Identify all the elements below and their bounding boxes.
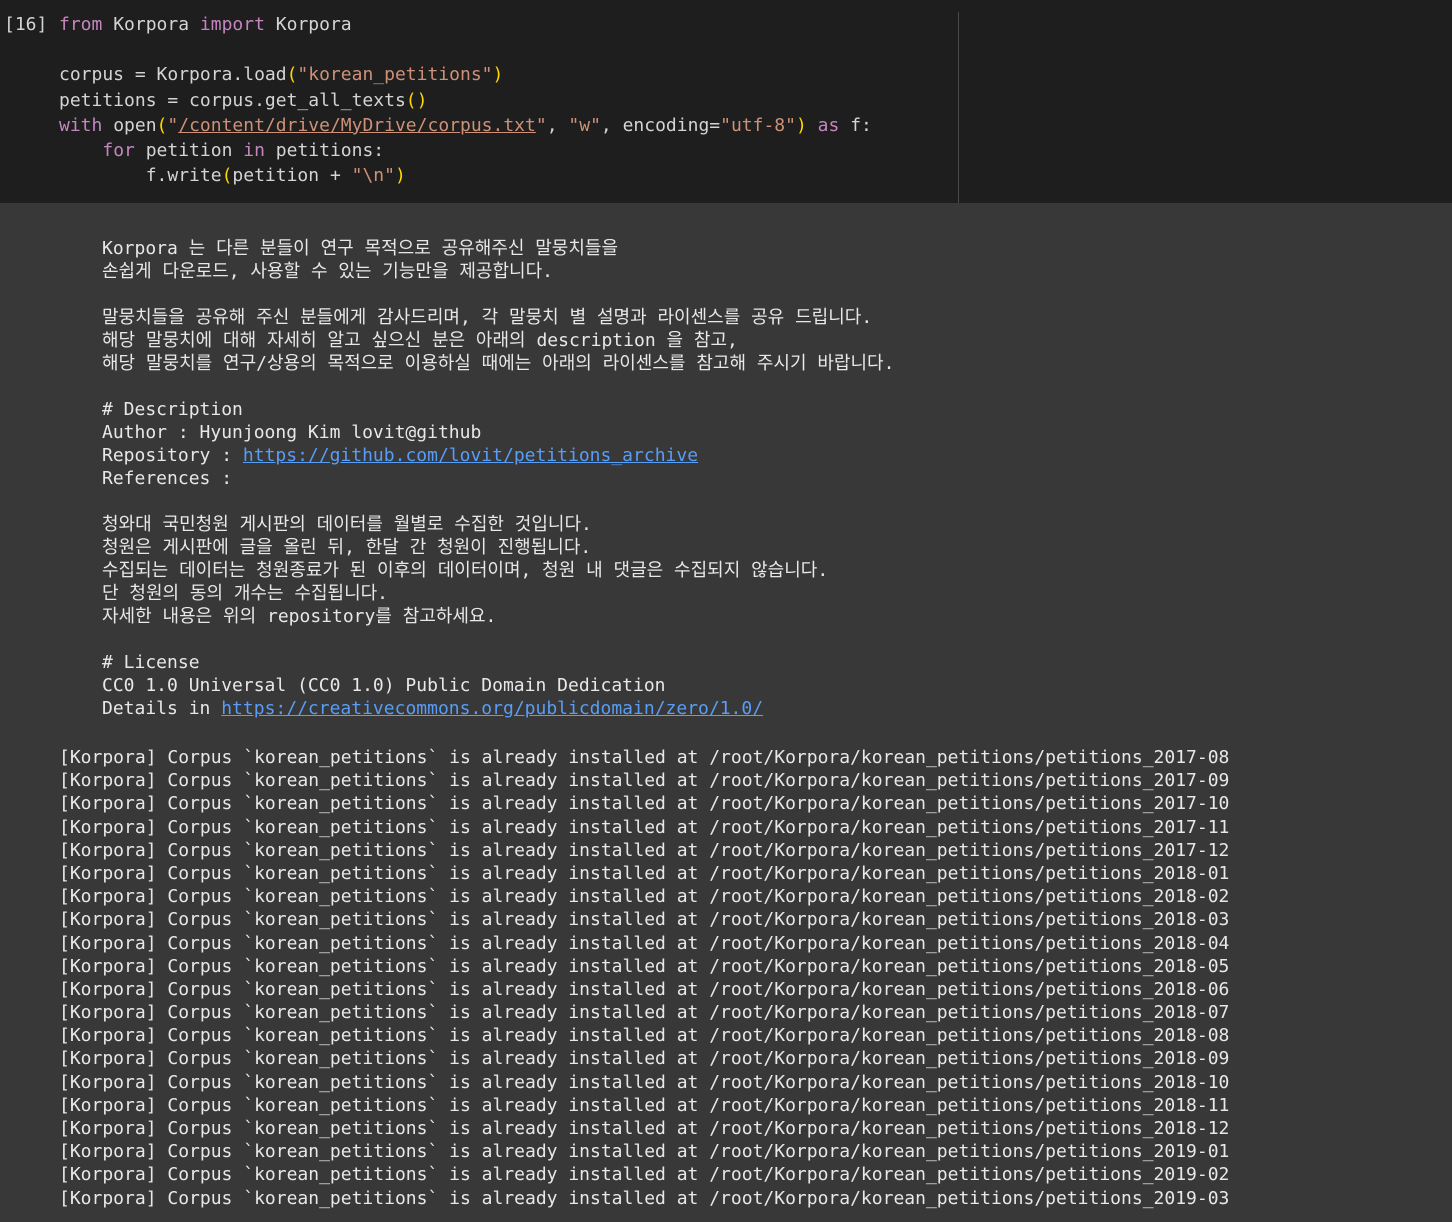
details-line: Details in https://creativecommons.org/p… — [102, 697, 894, 720]
string-literal: "w" — [568, 114, 601, 136]
log-line: [Korpora] Corpus `korean_petitions` is a… — [59, 932, 1230, 954]
bracket-open: ( — [286, 64, 298, 86]
code-cell[interactable]: [16] from Korpora import Korpora corpus … — [0, 0, 1452, 203]
code-line-6: for petition in petitions: — [59, 138, 1452, 163]
code-token: f.write — [59, 165, 222, 187]
info-line: 단 청원의 동의 개수는 수집됩니다. — [102, 583, 389, 604]
code-token: petition — [134, 139, 244, 161]
repository-label: Repository : — [102, 445, 243, 466]
code-token: open — [102, 114, 157, 136]
code-line-7: f.write(petition + "\n") — [59, 163, 1452, 188]
license-link[interactable]: https://creativecommons.org/publicdomain… — [221, 698, 763, 719]
references-line: References : — [102, 468, 233, 489]
keyword-import: import — [199, 14, 265, 35]
log-line: [Korpora] Corpus `korean_petitions` is a… — [59, 770, 1230, 792]
bracket-pair: () — [405, 89, 428, 111]
info-line: 청원은 게시판에 글을 올린 뒤, 한달 간 청원이 진행됩니다. — [102, 537, 592, 558]
string-literal: "korean_petitions" — [297, 64, 493, 86]
log-line: [Korpora] Corpus `korean_petitions` is a… — [59, 816, 1230, 838]
code-token: Korpora — [102, 14, 200, 35]
log-line: [Korpora] Corpus `korean_petitions` is a… — [59, 1025, 1230, 1047]
string-quote: " — [535, 114, 547, 136]
info-line: 수집되는 데이터는 청원종료가 된 이후의 데이터이며, 청원 내 댓글은 수집… — [102, 560, 829, 581]
string-quote: " — [167, 114, 179, 136]
license-name: CC0 1.0 Universal (CC0 1.0) Public Domai… — [102, 675, 666, 696]
info-line: 손쉽게 다운로드, 사용할 수 있는 기능만을 제공합니다. — [102, 261, 554, 282]
code-line-5: with open("/content/drive/MyDrive/corpus… — [59, 113, 1452, 138]
log-line: [Korpora] Corpus `korean_petitions` is a… — [59, 862, 1230, 884]
code-token: Korpora — [264, 14, 352, 35]
keyword-in: in — [243, 139, 265, 161]
code-line-1: from Korpora import Korpora — [59, 12, 1452, 37]
code-token: , — [546, 114, 569, 136]
repository-link[interactable]: https://github.com/lovit/petitions_archi… — [243, 445, 698, 466]
info-line: 자세한 내용은 위의 repository를 참고하세요. — [102, 606, 497, 627]
code-token: , encoding= — [600, 114, 721, 136]
code-editor[interactable]: from Korpora import Korpora corpus = Kor… — [59, 12, 1452, 188]
file-path-link[interactable]: /content/drive/MyDrive/corpus.txt — [178, 115, 536, 136]
log-line: [Korpora] Corpus `korean_petitions` is a… — [59, 1187, 1230, 1209]
license-heading: # License — [102, 652, 200, 673]
log-line: [Korpora] Corpus `korean_petitions` is a… — [59, 839, 1230, 861]
code-token: corpus = Korpora.load — [59, 64, 287, 86]
info-line: 해당 말뭉치에 대해 자세히 알고 싶으신 분은 아래의 description… — [102, 330, 738, 351]
info-line: Korpora 는 다른 분들이 연구 목적으로 공유해주신 말뭉치들을 — [102, 238, 619, 259]
log-line: [Korpora] Corpus `korean_petitions` is a… — [59, 1002, 1230, 1024]
log-line: [Korpora] Corpus `korean_petitions` is a… — [59, 1118, 1230, 1139]
log-line: [Korpora] Corpus `korean_petitions` is a… — [59, 886, 1230, 908]
log-line: [Korpora] Corpus `korean_petitions` is a… — [59, 978, 1230, 1000]
string-literal: "\n" — [351, 165, 395, 187]
log-line: [Korpora] Corpus `korean_petitions` is a… — [59, 1164, 1230, 1186]
keyword-from: from — [59, 14, 103, 35]
log-line: [Korpora] Corpus `korean_petitions` is a… — [59, 747, 1230, 768]
bracket-open: ( — [156, 114, 168, 136]
details-label: Details in — [102, 698, 222, 719]
code-token: petitions: — [264, 139, 385, 161]
code-token: f: — [839, 114, 872, 136]
log-line: [Korpora] Corpus `korean_petitions` is a… — [59, 1094, 1230, 1116]
bracket-close: ) — [394, 165, 406, 187]
log-line: [Korpora] Corpus `korean_petitions` is a… — [59, 1071, 1230, 1093]
code-line-4: petitions = corpus.get_all_texts() — [59, 88, 1452, 113]
repository-line: Repository : https://github.com/lovit/pe… — [102, 444, 894, 467]
editor-ruler — [958, 12, 959, 203]
code-line-3: corpus = Korpora.load("korean_petitions"… — [59, 62, 1452, 87]
log-line: [Korpora] Corpus `korean_petitions` is a… — [59, 955, 1230, 977]
info-line: 말뭉치들을 공유해 주신 분들에게 감사드리며, 각 말뭉치 별 설명과 라이센… — [102, 307, 873, 328]
author-line: Author : Hyunjoong Kim lovit@github — [102, 422, 482, 443]
code-token: petitions = corpus.get_all_texts — [59, 89, 406, 111]
keyword-as: as — [817, 114, 840, 136]
string-literal: "utf-8" — [720, 114, 796, 136]
info-line: 청와대 국민청원 게시판의 데이터를 월별로 수집한 것입니다. — [102, 514, 592, 535]
description-heading: # Description — [102, 399, 243, 420]
install-log: [Korpora] Corpus `korean_petitions` is a… — [59, 746, 1229, 1210]
bracket-open: ( — [221, 165, 233, 187]
log-line: [Korpora] Corpus `korean_petitions` is a… — [59, 1141, 1230, 1163]
log-line: [Korpora] Corpus `korean_petitions` is a… — [59, 793, 1230, 815]
keyword-with: with — [59, 114, 103, 136]
keyword-for: for — [102, 139, 135, 161]
execution-count: [16] — [4, 14, 48, 35]
code-token: petition + — [232, 165, 352, 187]
bracket-close: ) — [492, 64, 504, 86]
log-line: [Korpora] Corpus `korean_petitions` is a… — [59, 1048, 1230, 1070]
info-line: 해당 말뭉치를 연구/상용의 목적으로 이용하실 때에는 아래의 라이센스를 참… — [102, 353, 895, 374]
cell-output: Korpora 는 다른 분들이 연구 목적으로 공유해주신 말뭉치들을 손쉽게… — [0, 203, 1452, 1222]
bracket-close: ) — [795, 114, 807, 136]
corpus-info: Korpora 는 다른 분들이 연구 목적으로 공유해주신 말뭉치들을 손쉽게… — [102, 237, 894, 720]
log-line: [Korpora] Corpus `korean_petitions` is a… — [59, 909, 1230, 931]
